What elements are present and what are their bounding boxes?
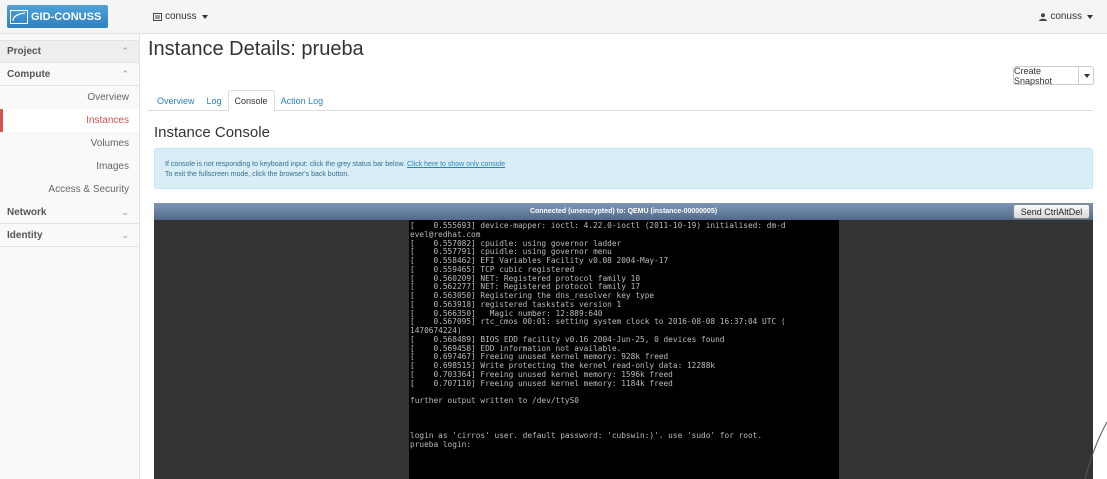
console-line: further output written to /dev/ttyS0 (410, 396, 579, 405)
console-info-alert: If console is not responding to keyboard… (154, 148, 1093, 189)
snapshot-dropdown-toggle[interactable] (1079, 66, 1094, 85)
tab-action-log[interactable]: Action Log (275, 90, 330, 111)
alert-line-1: If console is not responding to keyboard… (165, 160, 1082, 170)
sidebar-section-label: Compute (7, 68, 51, 80)
chevron-down-icon (1087, 14, 1093, 19)
sidebar-section-network[interactable]: Network ⌄ (0, 201, 139, 224)
sidebar-item-volumes[interactable]: Volumes (0, 132, 139, 155)
console-line: [ 0.567095] rtc_cmos 00:01: setting syst… (410, 317, 786, 327)
page-title: Instance Details: prueba (148, 38, 364, 60)
project-list-icon (153, 12, 162, 21)
console-status-bar[interactable]: Connected (unencrypted) to: QEMU (instan… (154, 203, 1093, 220)
alert-line-2: To exit the fullscreen mode, click the b… (165, 171, 350, 178)
chevron-down-icon: ⌄ (121, 229, 129, 240)
console-line: [ 0.707110] Freeing unused kernel memory… (410, 378, 673, 388)
sidebar-item-access-security[interactable]: Access & Security (0, 178, 139, 201)
sidebar-section-identity[interactable]: Identity ⌄ (0, 224, 139, 247)
user-name: conuss (1050, 11, 1082, 22)
sidebar-item-images[interactable]: Images (0, 155, 139, 178)
sidebar-item-label: Volumes (90, 138, 129, 149)
chevron-up-icon: ⌃ (121, 68, 129, 79)
user-icon (1039, 12, 1048, 21)
cloud-logo-icon (10, 9, 28, 24)
sidebar-item-overview[interactable]: Overview (0, 86, 139, 109)
sidebar-item-instances[interactable]: Instances (0, 109, 139, 132)
sidebar-item-label: Overview (87, 92, 129, 103)
sidebar-section-compute[interactable]: Compute ⌃ (0, 63, 139, 86)
chevron-down-icon (1084, 73, 1090, 78)
show-only-console-link[interactable]: Click here to show only console (407, 161, 505, 168)
top-navbar: GID-CONUSS conuss conuss (0, 0, 1107, 34)
tab-overview[interactable]: Overview (151, 90, 201, 111)
sidebar: Project ⌃ Compute ⌃ Overview Instances V… (0, 34, 140, 479)
console-line: login as 'cirros' user. default password… (410, 431, 763, 440)
instance-tabs: Overview Log Console Action Log (148, 90, 1093, 112)
tab-log[interactable]: Log (201, 90, 228, 111)
brand-name: GID-CONUSS (31, 10, 102, 23)
sidebar-section-label: Network (7, 206, 47, 218)
sidebar-section-project[interactable]: Project ⌃ (0, 40, 139, 63)
chevron-down-icon: ⌄ (121, 206, 129, 217)
chevron-down-icon (201, 14, 208, 19)
send-ctrl-alt-del-button[interactable]: Send CtrlAltDel (1013, 204, 1090, 219)
brand-logo[interactable]: GID-CONUSS (7, 5, 108, 28)
sidebar-item-label: Images (96, 161, 129, 172)
alert-text: If console is not responding to keyboard… (165, 161, 406, 168)
create-snapshot-button[interactable]: Create Snapshot (1013, 66, 1079, 86)
tab-console[interactable]: Console (227, 90, 275, 112)
sidebar-item-label: Instances (86, 115, 129, 126)
sidebar-item-label: Access & Security (48, 184, 129, 195)
console-screen[interactable]: [ 0.555693] device-mapper: ioctl: 4.22.0… (409, 220, 839, 479)
sidebar-section-label: Project (7, 46, 41, 57)
console-line: prueba login: (410, 439, 472, 449)
user-menu[interactable]: conuss (1039, 11, 1093, 22)
snapshot-button-group: Create Snapshot (1013, 66, 1094, 86)
console-title: Instance Console (154, 124, 270, 141)
project-selector[interactable]: conuss (153, 11, 208, 22)
sidebar-section-label: Identity (7, 229, 43, 241)
project-name: conuss (165, 11, 197, 22)
background-decoration (1084, 421, 1107, 479)
console-status-text: Connected (unencrypted) to: QEMU (instan… (529, 208, 718, 215)
chevron-up-icon: ⌃ (121, 46, 129, 56)
